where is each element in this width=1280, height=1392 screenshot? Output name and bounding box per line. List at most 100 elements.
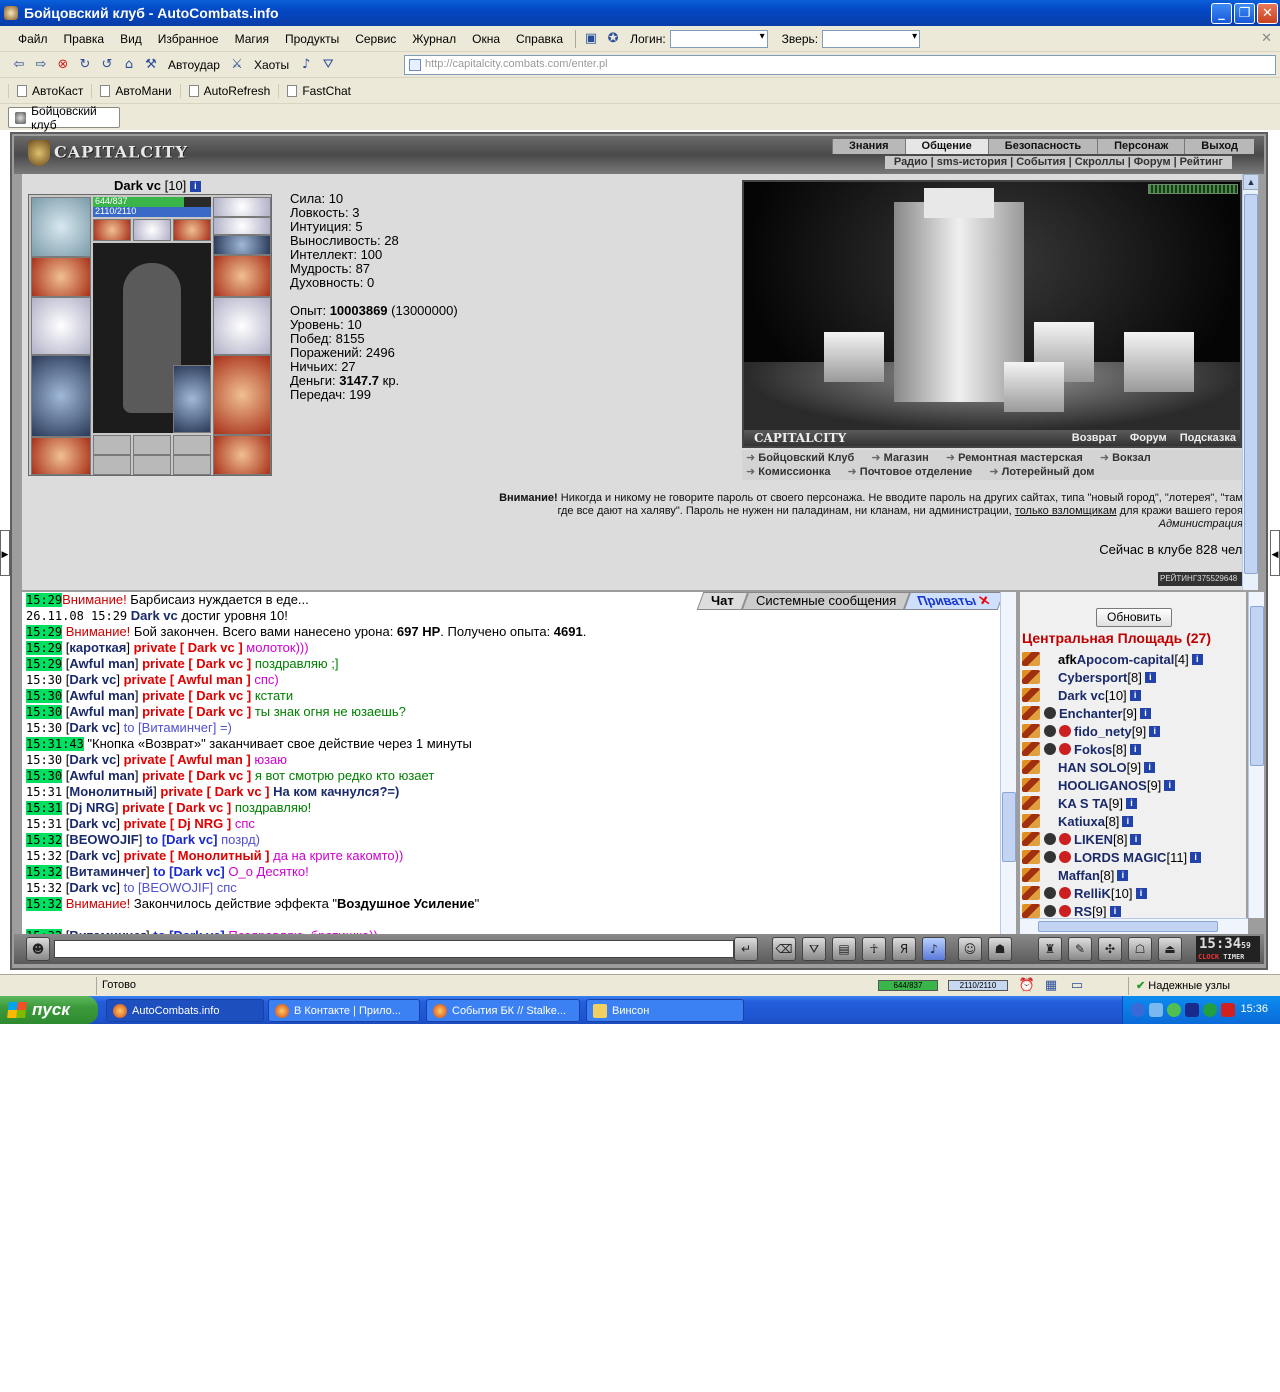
nav-character[interactable]: Персонаж	[1097, 139, 1185, 154]
private-message-icon[interactable]	[1022, 778, 1040, 792]
tab-chat[interactable]: Чат	[696, 592, 749, 610]
post-office-building[interactable]	[1004, 362, 1064, 412]
haoty-button[interactable]: Хаоты	[248, 58, 295, 72]
empty-slot[interactable]	[93, 435, 131, 455]
chat-nick[interactable]: BEOWOJIF	[69, 832, 138, 847]
refresh-all-icon[interactable]: ↺	[96, 55, 118, 75]
align-icon[interactable]	[1044, 707, 1056, 719]
info-icon[interactable]: i	[1190, 851, 1202, 863]
empty-slot[interactable]	[93, 455, 131, 475]
private-message-icon[interactable]	[1022, 832, 1040, 846]
user-list-hscrollbar[interactable]	[1020, 918, 1248, 934]
user-name[interactable]: Fokos	[1074, 742, 1112, 757]
hint-link[interactable]: Подсказка	[1170, 432, 1236, 444]
start-button[interactable]: пуск	[0, 996, 98, 1024]
empty-slot[interactable]	[133, 455, 171, 475]
maximize-button[interactable]: ❐	[1234, 3, 1255, 24]
tools-icon[interactable]: ⚒	[140, 55, 162, 75]
user-row[interactable]: afk Apocom-capital [4] i	[1022, 650, 1246, 668]
beast-combo[interactable]	[822, 29, 921, 48]
user-row[interactable]: Cybersport [8] i	[1022, 668, 1246, 686]
ring-slot-1[interactable]	[93, 219, 131, 241]
timer-tag[interactable]: TIMER	[1223, 953, 1244, 961]
refresh-icon[interactable]: ↻	[74, 55, 96, 75]
user-row[interactable]: Maffan [8] i	[1022, 866, 1246, 884]
chat-nick[interactable]: Awful man	[69, 768, 135, 783]
chat-nick[interactable]: Dark vc	[69, 848, 116, 863]
info-icon[interactable]: i	[189, 181, 201, 193]
nav-security[interactable]: Безопасность	[987, 139, 1098, 154]
smiley-icon[interactable]: ☺	[958, 937, 982, 961]
filter-icon[interactable]: ⛛	[317, 55, 339, 75]
chat-nick[interactable]: Dark vc	[69, 672, 116, 687]
user-name[interactable]: Maffan	[1058, 868, 1100, 883]
gloves-slot[interactable]	[213, 255, 271, 297]
user-name[interactable]: HOOLIGANOS	[1058, 778, 1147, 793]
fav-automani[interactable]: АвтоМани	[91, 83, 179, 98]
chat-nick[interactable]: Dark vc	[69, 720, 116, 735]
menu-favorites[interactable]: Избранное	[150, 32, 227, 46]
chat-nick[interactable]: Dark vc	[69, 816, 116, 831]
scroll-up-icon[interactable]: ▲	[1243, 174, 1259, 190]
chat-nick[interactable]: Dj NRG	[69, 800, 115, 815]
shop-building[interactable]	[824, 332, 884, 382]
fav-autorefresh[interactable]: AutoRefresh	[179, 83, 279, 98]
user-row[interactable]: Dark vc [10] i	[1022, 686, 1246, 704]
close-icon[interactable]: ✕	[977, 593, 994, 609]
bracers-slot[interactable]	[31, 257, 91, 297]
return-link[interactable]: Возврат	[1062, 432, 1117, 444]
sound-icon[interactable]: ♪	[295, 55, 317, 75]
chat-nick[interactable]: Витаминчег	[69, 864, 146, 879]
scroll-slots[interactable]	[213, 235, 271, 255]
refresh-button[interactable]: Обновить	[1096, 608, 1173, 627]
private-message-icon[interactable]	[1022, 652, 1040, 666]
user-name[interactable]: RelliK	[1074, 886, 1111, 901]
clan-icon[interactable]	[1059, 851, 1071, 863]
stop-icon[interactable]: ⊗	[52, 55, 74, 75]
user-name[interactable]: LORDS MAGIC	[1074, 850, 1166, 865]
clan-icon[interactable]	[1059, 833, 1071, 845]
empty-slot[interactable]	[173, 455, 211, 475]
tray-antivirus-icon[interactable]	[1221, 1003, 1235, 1017]
info-icon[interactable]: i	[1135, 887, 1147, 899]
user-row[interactable]: Enchanter [9] i	[1022, 704, 1246, 722]
filter-icon[interactable]: ⛛	[802, 937, 826, 961]
left-collapse-arrow[interactable]: ▶	[0, 530, 10, 576]
window-titlebar[interactable]: Бойцовский клуб - AutoCombats.info _ ❐ ✕	[0, 0, 1280, 26]
user-name[interactable]: HAN SOLO	[1058, 760, 1127, 775]
chat-nick[interactable]: Dark vc	[127, 608, 178, 623]
menu-products[interactable]: Продукты	[277, 32, 347, 46]
info-icon[interactable]: i	[1149, 725, 1161, 737]
chat-nick[interactable]: Awful man	[69, 704, 135, 719]
scroll-thumb[interactable]	[1002, 792, 1016, 862]
align-icon[interactable]	[1044, 887, 1056, 899]
private-message-icon[interactable]	[1022, 706, 1040, 720]
sub-nav-events[interactable]: События	[1013, 156, 1068, 168]
link-shop[interactable]: Магазин	[871, 452, 928, 464]
sound-icon[interactable]: ♪	[922, 937, 946, 961]
info-icon[interactable]: i	[1164, 779, 1176, 791]
private-message-icon[interactable]	[1022, 904, 1040, 918]
user-row[interactable]: fido_nety [9] i	[1022, 722, 1246, 740]
right-collapse-arrow[interactable]: ◀	[1270, 530, 1280, 576]
ring-slot-2[interactable]	[133, 219, 171, 241]
private-message-icon[interactable]	[1022, 670, 1040, 684]
chat-nick[interactable]: Dark vc	[69, 880, 116, 895]
task-winson[interactable]: Винсон	[586, 999, 744, 1022]
info-icon[interactable]: i	[1129, 689, 1141, 701]
bk-icon[interactable]: ▣	[580, 29, 602, 49]
eraser-icon[interactable]: ⌫	[772, 937, 796, 961]
link-commission[interactable]: Комиссионка	[746, 466, 830, 478]
tray-icq-icon[interactable]	[1167, 1003, 1181, 1017]
scroll-thumb[interactable]	[1250, 606, 1264, 766]
info-icon[interactable]: i	[1191, 653, 1203, 665]
rating-counter[interactable]: РЕЙТИНГ375529648	[1158, 572, 1244, 586]
home-icon[interactable]: ⌂	[118, 55, 140, 75]
private-message-icon[interactable]	[1022, 886, 1040, 900]
user-name[interactable]: RS	[1074, 904, 1092, 919]
scroll-thumb[interactable]	[1244, 194, 1258, 574]
save-icon[interactable]: ▤	[832, 937, 856, 961]
clan-icon[interactable]	[1059, 887, 1071, 899]
address-bar[interactable]: http://capitalcity.combats.com/enter.pl	[404, 55, 1276, 75]
orb-slot[interactable]	[173, 365, 211, 433]
